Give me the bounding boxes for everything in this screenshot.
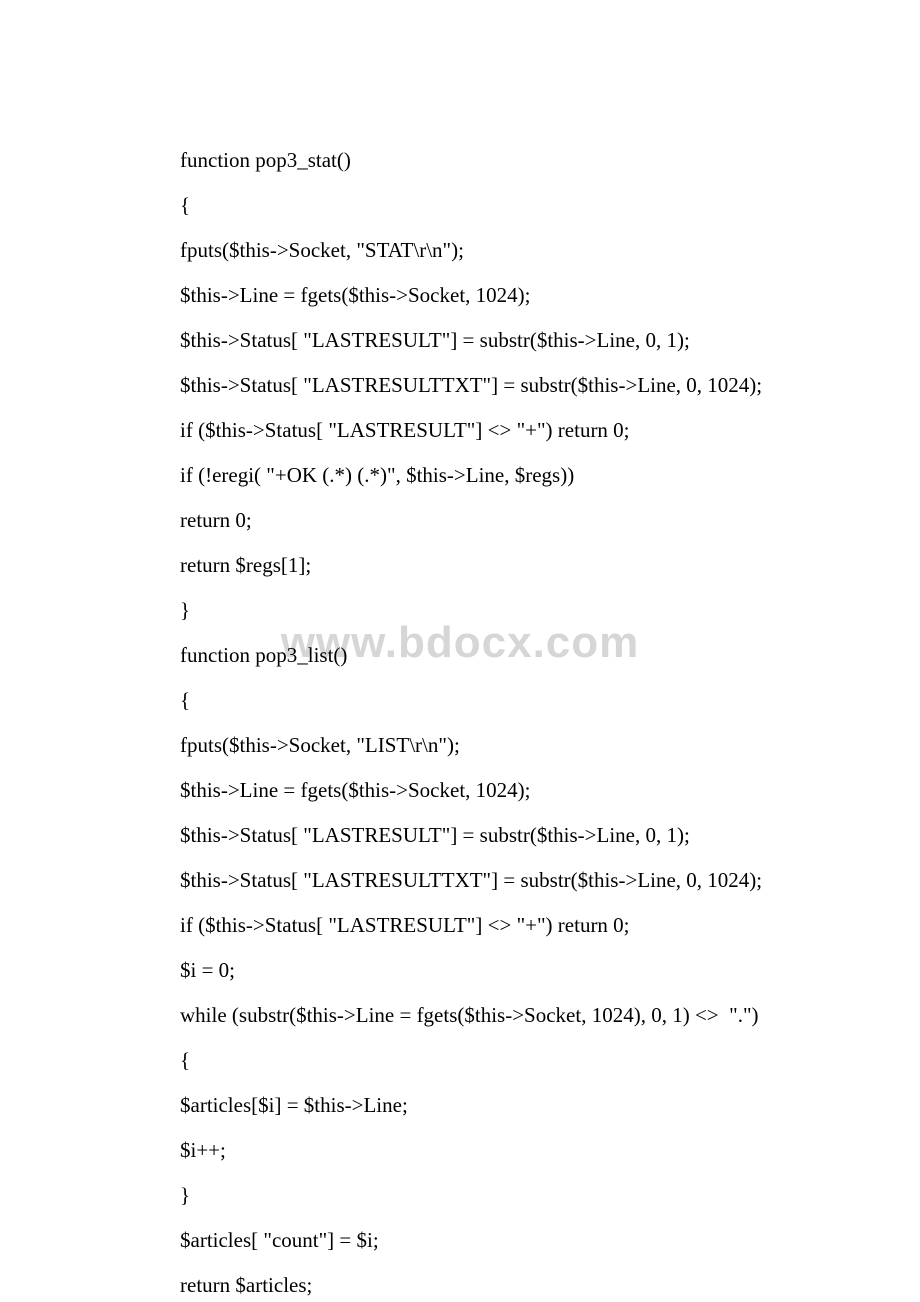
code-line: {	[180, 195, 820, 216]
code-line: if ($this->Status[ "LASTRESULT"] <> "+")…	[180, 420, 820, 441]
code-line: if (!eregi( "+OK (.*) (.*)", $this->Line…	[180, 465, 820, 486]
code-line: function pop3_list()	[180, 645, 820, 666]
code-line: $this->Line = fgets($this->Socket, 1024)…	[180, 285, 820, 306]
code-line: fputs($this->Socket, "STAT\r\n");	[180, 240, 820, 261]
code-line: fputs($this->Socket, "LIST\r\n");	[180, 735, 820, 756]
code-line: if ($this->Status[ "LASTRESULT"] <> "+")…	[180, 915, 820, 936]
code-line: }	[180, 1185, 820, 1206]
code-content: function pop3_stat() { fputs($this->Sock…	[180, 150, 820, 1296]
code-line: $this->Line = fgets($this->Socket, 1024)…	[180, 780, 820, 801]
code-line: $this->Status[ "LASTRESULT"] = substr($t…	[180, 330, 820, 351]
code-line: function pop3_stat()	[180, 150, 820, 171]
code-line: return $regs[1];	[180, 555, 820, 576]
code-line: }	[180, 600, 820, 621]
code-line: $this->Status[ "LASTRESULT"] = substr($t…	[180, 825, 820, 846]
code-line: $articles[ "count"] = $i;	[180, 1230, 820, 1251]
code-line: {	[180, 1050, 820, 1071]
code-line: $i = 0;	[180, 960, 820, 981]
code-line: $articles[$i] = $this->Line;	[180, 1095, 820, 1116]
code-line: while (substr($this->Line = fgets($this-…	[180, 1005, 820, 1026]
code-line: return $articles;	[180, 1275, 820, 1296]
code-line: $this->Status[ "LASTRESULTTXT"] = substr…	[180, 870, 820, 891]
code-line: $this->Status[ "LASTRESULTTXT"] = substr…	[180, 375, 820, 396]
code-line: return 0;	[180, 510, 820, 531]
code-line: $i++;	[180, 1140, 820, 1161]
code-line: {	[180, 690, 820, 711]
